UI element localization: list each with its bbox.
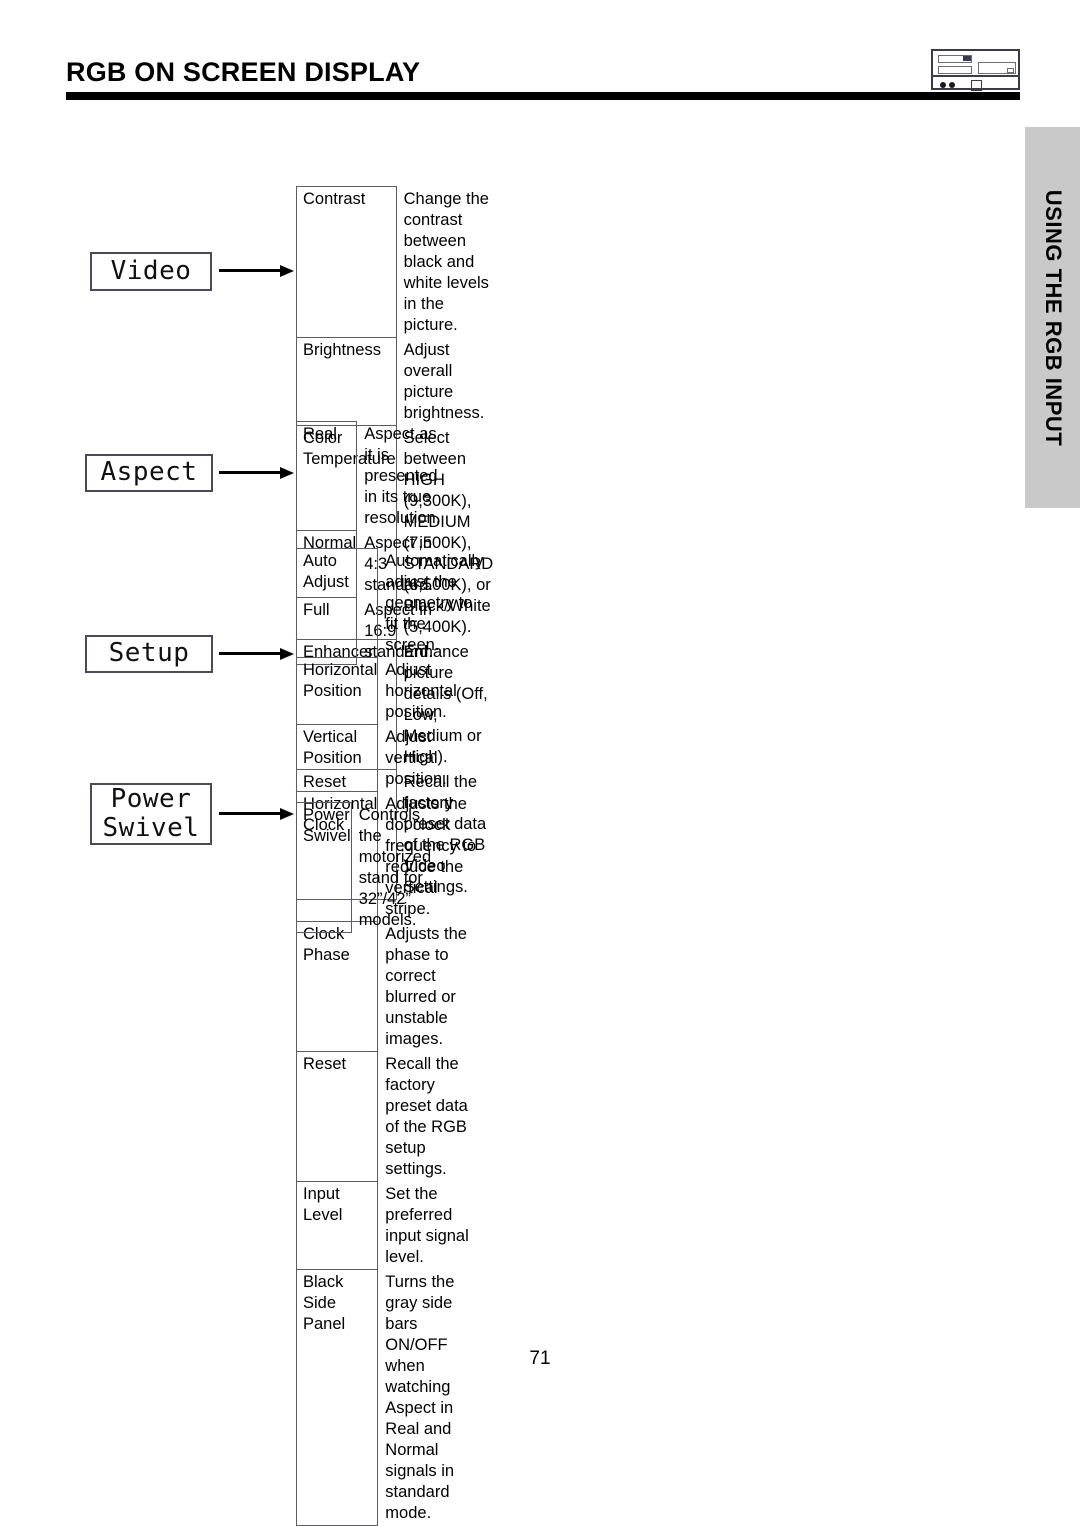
option-name: Horizontal Position bbox=[295, 657, 379, 725]
table-row[interactable]: Brightness Adjust overall picture bright… bbox=[296, 337, 494, 426]
tv-device-icon bbox=[931, 49, 1020, 91]
table-row[interactable]: Real Aspect as it is presented in its tr… bbox=[295, 421, 441, 531]
menu-button-setup[interactable]: Setup bbox=[85, 635, 213, 673]
option-description: Adjusts the phase to correct blurred or … bbox=[385, 924, 467, 1048]
option-description: Controls the motorized stand for 32”/42”… bbox=[358, 805, 432, 929]
device-slot-a-button-icon bbox=[963, 56, 971, 61]
device-upper-panel bbox=[933, 51, 1018, 77]
table-row[interactable]: Horizontal Position Adjust horizontal po… bbox=[295, 657, 484, 725]
option-description: Set the preferred input signal level. bbox=[385, 1184, 469, 1266]
option-description: Adjust overall picture brightness. bbox=[403, 340, 485, 422]
option-description: Change the contrast between black and wh… bbox=[403, 189, 489, 334]
arrow-aspect bbox=[219, 467, 294, 479]
arrow-power-swivel bbox=[219, 808, 294, 820]
device-dot-right-icon bbox=[949, 82, 955, 88]
page-title: RGB ON SCREEN DISPLAY bbox=[66, 57, 421, 87]
option-name: Auto Adjust bbox=[295, 548, 379, 658]
option-description: Adjust vertical position. bbox=[385, 727, 447, 788]
menu-button-power-swivel[interactable]: Power Swivel bbox=[90, 783, 212, 845]
table-setup: Auto Adjust Automatically adjust the geo… bbox=[295, 548, 484, 1526]
option-description: Turns the gray side bars ON/OFF when wat… bbox=[385, 1272, 455, 1522]
arrow-video bbox=[219, 265, 294, 277]
table-row[interactable]: Power Swivel Controls the motorized stan… bbox=[296, 802, 432, 933]
device-slot-b-icon bbox=[938, 66, 972, 74]
table-row[interactable]: Clock Phase Adjusts the phase to correct… bbox=[295, 921, 484, 1052]
device-dot-left-icon bbox=[940, 82, 946, 88]
table-row[interactable]: Auto Adjust Automatically adjust the geo… bbox=[295, 548, 484, 658]
table-row[interactable]: Input Level Set the preferred input sign… bbox=[295, 1181, 484, 1270]
table-row[interactable]: Contrast Change the contrast between bla… bbox=[296, 186, 494, 338]
option-description: Automatically adjust the geometry to fit… bbox=[385, 551, 484, 654]
table-row[interactable]: Reset Recall the factory preset data of … bbox=[295, 1051, 484, 1182]
option-description: Recall the factory preset data of the RG… bbox=[385, 1054, 468, 1178]
option-name: Brightness bbox=[296, 337, 397, 426]
option-name: Contrast bbox=[296, 186, 397, 338]
page-number: 71 bbox=[529, 1348, 551, 1369]
menu-button-aspect[interactable]: Aspect bbox=[85, 454, 213, 492]
option-name: Input Level bbox=[295, 1181, 379, 1270]
menu-button-video[interactable]: Video bbox=[90, 252, 212, 291]
table-power-swivel: Power Swivel Controls the motorized stan… bbox=[296, 802, 431, 933]
option-name: Reset bbox=[295, 1051, 379, 1182]
table-row[interactable]: Black Side Panel Turns the gray side bar… bbox=[295, 1269, 484, 1526]
option-name: Black Side Panel bbox=[295, 1269, 379, 1526]
option-name: Clock Phase bbox=[295, 921, 379, 1052]
option-description: Aspect as it is presented in its true re… bbox=[364, 424, 441, 527]
option-name: Vertical Position bbox=[295, 724, 379, 792]
side-tab-using-the-rgb-input: USING THE RGB INPUT bbox=[1025, 127, 1080, 508]
device-square-icon bbox=[971, 80, 982, 91]
option-name: Real bbox=[295, 421, 358, 531]
title-divider bbox=[66, 92, 1020, 100]
side-tab-label: USING THE RGB INPUT bbox=[1040, 189, 1066, 446]
option-description: Adjust horizontal position. bbox=[385, 660, 457, 721]
option-name: Power Swivel bbox=[296, 802, 352, 933]
table-row[interactable]: Vertical Position Adjust vertical positi… bbox=[295, 724, 484, 792]
device-slot-c-button-icon bbox=[1007, 68, 1014, 73]
arrow-setup bbox=[219, 648, 294, 660]
